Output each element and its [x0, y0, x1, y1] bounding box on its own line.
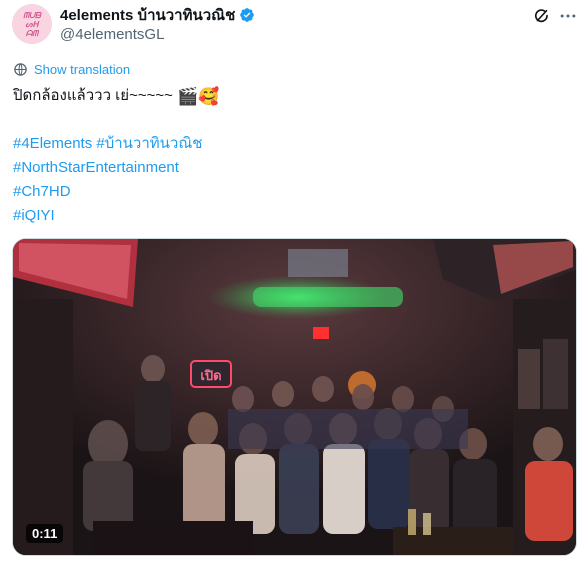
tweet-caption: ปิดกล้องแล้ววว เย่~~~~~ [13, 87, 173, 104]
svg-text:ᗩᗰ: ᗩᗰ [26, 28, 40, 38]
hashtag-ch7hd[interactable]: #Ch7HD [13, 183, 71, 200]
hashtag-baan-wathinwanich[interactable]: #บ้านวาทินวณิช [96, 135, 202, 152]
tweet-text: ปิดกล้องแล้ววว เย่~~~~~ 🎬🥰 #4Elements #บ… [13, 84, 573, 228]
author-name-row[interactable]: 4elements บ้านวาทินวณิช [60, 6, 255, 24]
video-duration-badge: 0:11 [26, 524, 64, 543]
hashtag-iqiyi[interactable]: #iQIYI [13, 207, 55, 224]
neon-sign-text: เปิด [200, 368, 221, 383]
tweet-text-line: ปิดกล้องแล้ววว เย่~~~~~ 🎬🥰 [13, 84, 573, 108]
show-translation-label[interactable]: Show translation [34, 62, 130, 77]
author-display-name[interactable]: 4elements บ้านวาทินวณิช [60, 3, 235, 27]
ellipsis-icon [560, 14, 576, 18]
hashtag-4elements[interactable]: #4Elements [13, 135, 92, 152]
video-thumbnail: เปิด [13, 239, 576, 555]
avatar-logo-icon: ᗰᑌᗷ ᔕᕼ ᗩᗰ [12, 4, 52, 44]
grok-icon[interactable] [531, 5, 553, 27]
avatar[interactable]: ᗰᑌᗷ ᔕᕼ ᗩᗰ [12, 4, 52, 44]
more-options-icon[interactable] [557, 5, 579, 27]
show-translation-link[interactable]: Show translation [13, 62, 130, 77]
grok-glyph-icon [535, 9, 548, 23]
video-player[interactable]: เปิด [12, 238, 577, 556]
verified-badge-icon [240, 8, 255, 22]
hashtag-northstar[interactable]: #NorthStarEntertainment [13, 159, 179, 176]
clapper-smile-emoji: 🎬🥰 [177, 87, 220, 106]
author-handle[interactable]: @4elementsGL [60, 26, 164, 43]
translate-icon [14, 63, 27, 76]
